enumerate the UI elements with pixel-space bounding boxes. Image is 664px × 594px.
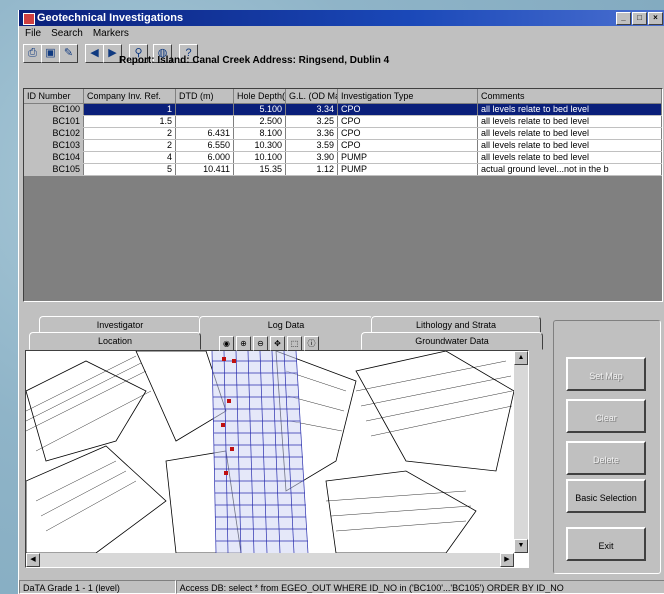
tab-groundwater-data[interactable]: Groundwater Data: [361, 332, 543, 350]
delete-button[interactable]: Delete: [566, 441, 646, 475]
table-row[interactable]: BC100 1 5.100 3.34 CPO all levels relate to b…: [24, 104, 662, 116]
zoom-in-icon[interactable]: ⊕: [236, 336, 251, 351]
basic-selection-button[interactable]: Basic Selection: [566, 479, 646, 513]
pan-icon[interactable]: ✥: [270, 336, 285, 351]
col-comments[interactable]: Comments: [478, 89, 662, 103]
identify-icon[interactable]: ⓘ: [304, 336, 319, 351]
col-company-ref[interactable]: Company Inv. Ref.: [84, 89, 176, 103]
menu-markers[interactable]: Markers: [93, 26, 129, 41]
maximize-button[interactable]: □: [632, 12, 647, 25]
title-bar: Geotechnical Investigations _ □ ×: [19, 10, 664, 26]
table-row[interactable]: BC105 5 10.411 15.35 1.12 PUMP actual ground l…: [24, 164, 662, 176]
edit-icon[interactable]: ✎: [59, 44, 78, 63]
scroll-right-icon[interactable]: ▶: [500, 553, 514, 567]
map-horizontal-scrollbar[interactable]: ◀ ▶: [26, 553, 514, 567]
table-row[interactable]: BC101 1.5 2.500 3.25 CPO all levels relate to…: [24, 116, 662, 128]
print-icon[interactable]: ⎙: [23, 44, 42, 63]
tab-log-data[interactable]: Log Data: [199, 316, 373, 334]
col-ground-level[interactable]: G.L. (OD Malin): [286, 89, 338, 103]
map-vertical-scrollbar[interactable]: ▲ ▼: [514, 351, 528, 553]
col-dtd[interactable]: DTD (m): [176, 89, 234, 103]
borehole-grid-overlay: [211, 351, 309, 553]
clear-button[interactable]: Clear: [566, 399, 646, 433]
globe-icon[interactable]: ◉: [219, 336, 234, 351]
zoom-out-icon[interactable]: ⊖: [253, 336, 268, 351]
table-row[interactable]: BC103 2 6.550 10.300 3.59 CPO all levels relat…: [24, 140, 662, 152]
close-button[interactable]: ×: [648, 12, 663, 25]
scroll-left-icon[interactable]: ◀: [26, 553, 40, 567]
scroll-down-icon[interactable]: ▼: [514, 539, 528, 553]
status-bar: DaTA Grade 1 - 1 (level) Access DB: sele…: [19, 580, 664, 594]
map-image: [26, 351, 514, 553]
col-id-number[interactable]: ID Number: [24, 89, 84, 103]
status-right: Access DB: select * from EGEO_OUT WHERE …: [175, 580, 664, 594]
select-icon[interactable]: ⬚: [287, 336, 302, 351]
table-row[interactable]: BC104 4 6.000 10.100 3.90 PUMP all levels rela…: [24, 152, 662, 164]
scroll-up-icon[interactable]: ▲: [514, 351, 528, 365]
report-line: Report: Island: Canal Creek Address: Rin…: [119, 55, 390, 66]
action-panel: Set Map Clear Delete Basic Selection Exi…: [553, 320, 661, 574]
main-window: Geotechnical Investigations _ □ × File S…: [18, 10, 664, 594]
map-toolbar: ◉ ⊕ ⊖ ✥ ⬚ ⓘ: [219, 336, 319, 351]
menu-bar: File Search Markers: [19, 26, 664, 41]
back-arrow-icon[interactable]: ◀: [85, 44, 104, 63]
minimize-button[interactable]: _: [616, 12, 631, 25]
menu-file[interactable]: File: [25, 26, 41, 41]
toolbar: ⎙ ▣ ✎ ◀ ▶ ⚲ ◍ ? Report: Island: Canal Cr…: [19, 41, 664, 67]
app-icon: [23, 13, 35, 25]
col-hole-depth[interactable]: Hole Depth(m): [234, 89, 286, 103]
tab-location[interactable]: Location: [29, 332, 201, 350]
status-left: DaTA Grade 1 - 1 (level): [19, 580, 176, 594]
menu-search[interactable]: Search: [51, 26, 83, 41]
table-row[interactable]: BC102 2 6.431 8.100 3.36 CPO all levels relate…: [24, 128, 662, 140]
exit-button[interactable]: Exit: [566, 527, 646, 561]
window-title: Geotechnical Investigations: [37, 12, 184, 24]
set-map-button[interactable]: Set Map: [566, 357, 646, 391]
col-investigation-type[interactable]: Investigation Type: [338, 89, 478, 103]
map-view[interactable]: ▲ ▼ ◀ ▶: [25, 350, 529, 568]
investigations-grid: ID Number Company Inv. Ref. DTD (m) Hole…: [23, 88, 663, 302]
grid-header: ID Number Company Inv. Ref. DTD (m) Hole…: [24, 89, 662, 104]
save-icon[interactable]: ▣: [41, 44, 60, 63]
